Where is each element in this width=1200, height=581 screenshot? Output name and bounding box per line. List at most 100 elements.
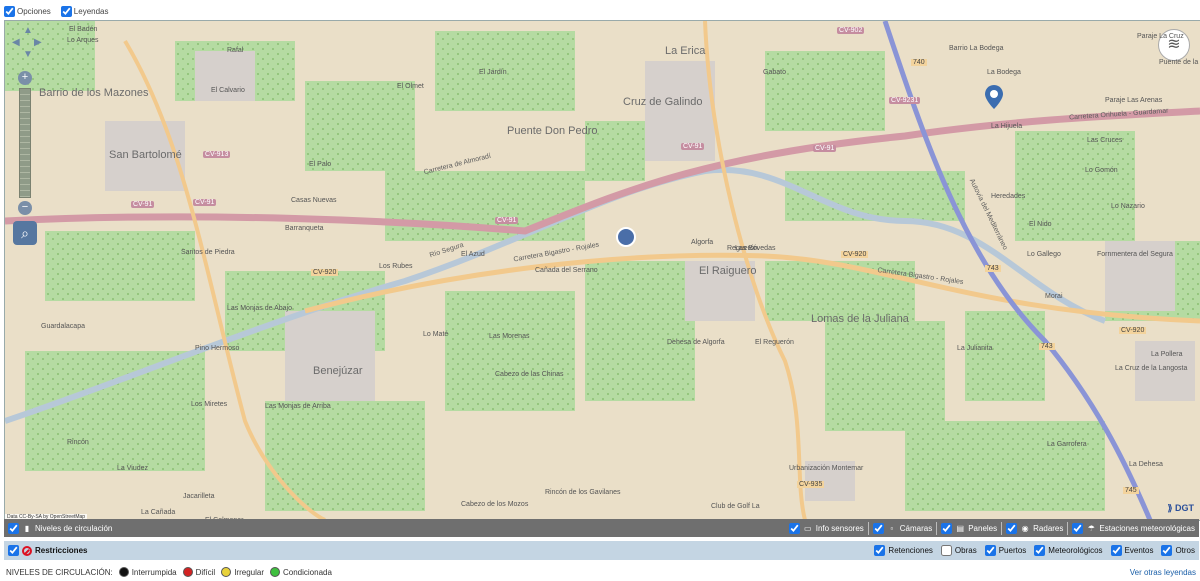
place-label: La Hijuela bbox=[991, 123, 1023, 130]
events-bar: Restricciones Retenciones Obras Puertos … bbox=[4, 541, 1199, 560]
radar-icon: ◉ bbox=[1021, 523, 1029, 533]
place-label: El Badén bbox=[69, 26, 98, 33]
otros-label: Otros bbox=[1175, 546, 1195, 555]
pan-left-icon[interactable]: ◀ bbox=[12, 37, 20, 48]
meteorologicos-toggle[interactable]: Meteorológicos bbox=[1030, 545, 1106, 556]
place-label: Lo Arques bbox=[67, 37, 99, 44]
traffic-light-icon: ▮ bbox=[24, 523, 30, 533]
niveles-checkbox[interactable] bbox=[8, 522, 19, 534]
place-label: Lo Maté bbox=[423, 331, 449, 338]
place-label: Las Bóvedas bbox=[735, 245, 776, 252]
place-label: Santos de Piedra bbox=[181, 249, 235, 256]
zoom-box-button[interactable]: ⌕ bbox=[13, 221, 37, 245]
road-shield: CV-935 bbox=[797, 481, 825, 488]
place-label: Dehesa de Algorfa bbox=[667, 339, 725, 346]
retenciones-toggle[interactable]: Retenciones bbox=[870, 545, 936, 556]
puertos-checkbox[interactable] bbox=[984, 545, 996, 556]
pan-up-icon[interactable]: ▲ bbox=[23, 25, 33, 36]
obras-label: Obras bbox=[954, 546, 977, 555]
place-label: Club de Golf La bbox=[711, 503, 760, 510]
place-label: Cabezo de los Mozos bbox=[461, 501, 529, 508]
puertos-toggle[interactable]: Puertos bbox=[981, 545, 1031, 556]
road-shield: CV-920 bbox=[1119, 327, 1147, 334]
road-shield: 743 bbox=[1039, 343, 1055, 350]
paneles-toggle[interactable]: ▤ Paneles bbox=[937, 522, 1001, 534]
place-label: Benejúzar bbox=[313, 365, 363, 377]
place-label: Fornmentera del Segura bbox=[1097, 251, 1173, 258]
weather-station-icon: ☂ bbox=[1087, 523, 1095, 533]
sensor-icon: ▭ bbox=[803, 523, 812, 533]
otros-toggle[interactable]: Otros bbox=[1157, 545, 1199, 556]
paneles-label: Paneles bbox=[968, 523, 998, 533]
place-label: Las Cruces bbox=[1087, 137, 1123, 144]
place-label: La Erica bbox=[665, 45, 706, 57]
obras-checkbox[interactable] bbox=[940, 545, 952, 556]
place-label: El Reguerón bbox=[755, 339, 794, 346]
place-label: La Cruz de la Langosta bbox=[1115, 365, 1188, 372]
restricciones-toggle[interactable]: Restricciones bbox=[4, 545, 91, 556]
place-label: Barrio de los Mazones bbox=[39, 87, 149, 99]
legend-dot-dificil bbox=[182, 567, 193, 577]
restricciones-checkbox[interactable] bbox=[8, 545, 19, 556]
camaras-checkbox[interactable] bbox=[872, 522, 884, 534]
otros-checkbox[interactable] bbox=[1161, 545, 1173, 556]
estaciones-toggle[interactable]: ☂ Estaciones meteorológicas bbox=[1068, 522, 1199, 534]
more-legends-link[interactable]: Ver otras leyendas bbox=[1130, 568, 1196, 577]
zoom-control: + − bbox=[17, 71, 33, 215]
restricciones-label: Restricciones bbox=[35, 546, 88, 555]
magnifier-icon: ⌕ bbox=[21, 225, 29, 241]
pan-control[interactable]: ▲ ◀ ▶ ▼ bbox=[9, 25, 45, 65]
leyendas-checkbox[interactable] bbox=[60, 5, 72, 17]
place-label: San Bartolomé bbox=[109, 149, 182, 161]
radares-checkbox[interactable] bbox=[1006, 522, 1018, 534]
retenciones-checkbox[interactable] bbox=[874, 545, 886, 556]
pan-right-icon[interactable]: ▶ bbox=[34, 37, 42, 48]
place-label: Cañada del Serrano bbox=[535, 267, 598, 274]
road-shield: CV-91 bbox=[495, 217, 519, 224]
obras-toggle[interactable]: Obras bbox=[937, 545, 981, 556]
leyendas-option[interactable]: Leyendas bbox=[60, 5, 109, 17]
eventos-toggle[interactable]: Eventos bbox=[1107, 545, 1158, 556]
camaras-label: Cámaras bbox=[899, 523, 933, 533]
place-label: El Nido bbox=[1029, 221, 1052, 228]
road-shield: CV-902 bbox=[837, 27, 865, 34]
info-sensores-checkbox[interactable] bbox=[788, 522, 800, 534]
place-label: Puente Don Pedro bbox=[507, 125, 598, 137]
estaciones-checkbox[interactable] bbox=[1072, 522, 1084, 534]
road-shield: CV-9231 bbox=[889, 97, 921, 104]
place-label: La Garrofera bbox=[1047, 441, 1087, 448]
paneles-checkbox[interactable] bbox=[941, 522, 953, 534]
camaras-toggle[interactable]: ▫ Cámaras bbox=[869, 522, 936, 534]
legend-dot-interrumpida bbox=[118, 567, 129, 577]
info-sensores-toggle[interactable]: ▭ Info sensores bbox=[785, 522, 868, 534]
camera-icon: ▫ bbox=[890, 523, 894, 533]
radares-toggle[interactable]: ◉ Radares bbox=[1002, 522, 1067, 534]
pan-down-icon[interactable]: ▼ bbox=[23, 49, 33, 60]
opciones-option[interactable]: Opciones bbox=[4, 5, 51, 17]
legend-label-dificil: Difícil bbox=[195, 567, 216, 577]
map-view[interactable]: ▲ ◀ ▶ ▼ + − ⌕ ≋ El Badén Lo Arques Rafal Ba… bbox=[4, 20, 1200, 521]
place-label: El Palo bbox=[309, 161, 332, 168]
camera-marker[interactable] bbox=[615, 226, 637, 250]
meteorologicos-checkbox[interactable] bbox=[1034, 545, 1046, 556]
zoom-in-button[interactable]: + bbox=[18, 71, 32, 85]
place-label: Las Monjas de Arriba bbox=[265, 403, 331, 410]
place-label: Las Monjas de Abajo bbox=[227, 305, 292, 312]
niveles-toggle[interactable]: ▮ Niveles de circulación bbox=[4, 522, 116, 534]
place-label: Pino Hermoso bbox=[195, 345, 240, 352]
opciones-checkbox[interactable] bbox=[4, 5, 15, 17]
place-label: Paraje Las Arenas bbox=[1105, 97, 1163, 104]
road-shield: CV-91 bbox=[681, 143, 705, 150]
radar-marker-icon bbox=[985, 85, 1003, 109]
legend-label-condicionada: Condicionada bbox=[282, 567, 332, 577]
radar-marker[interactable] bbox=[983, 83, 1005, 113]
place-label: El Azud bbox=[461, 251, 485, 258]
place-label: El Raiguero bbox=[699, 265, 757, 277]
radares-label: Radares bbox=[1033, 523, 1064, 533]
place-label: La Pollera bbox=[1151, 351, 1183, 358]
zoom-out-button[interactable]: − bbox=[18, 201, 32, 215]
eventos-checkbox[interactable] bbox=[1110, 545, 1122, 556]
zoom-slider[interactable] bbox=[19, 88, 31, 198]
info-sensores-label: Info sensores bbox=[815, 523, 864, 533]
road-shield: 745 bbox=[1123, 487, 1139, 494]
